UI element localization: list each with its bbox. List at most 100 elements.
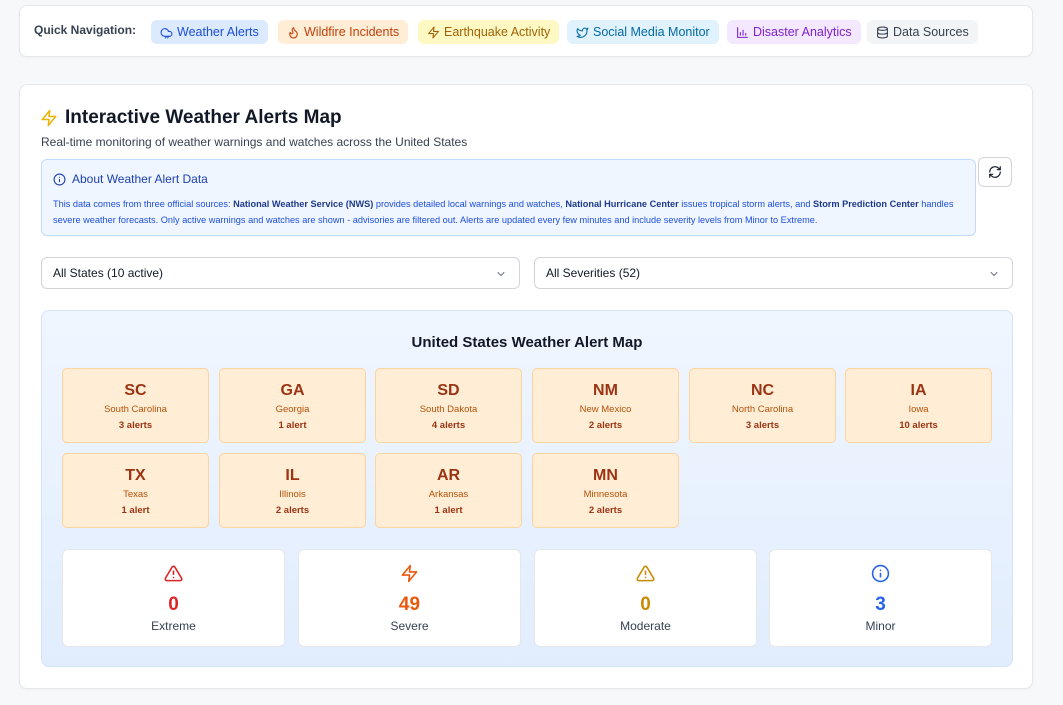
zap-icon — [428, 26, 439, 38]
severity-count: 0 — [168, 594, 179, 615]
cloud-icon — [160, 27, 173, 38]
state-name: Texas — [123, 489, 148, 500]
state-card-sc[interactable]: SC South Carolina 3 alerts — [62, 368, 209, 443]
state-name: North Carolina — [731, 404, 794, 415]
state-code: NM — [593, 382, 618, 399]
state-name: Illinois — [279, 489, 306, 500]
flame-icon — [289, 26, 298, 38]
map-title: United States Weather Alert Map — [411, 334, 643, 351]
zap-icon — [41, 109, 57, 127]
state-alert-count: 3 alerts — [745, 420, 780, 431]
nav-label-text: Disaster Analytics — [753, 25, 852, 39]
quick-navigation-bar: Quick Navigation: Weather Alerts Wildfir… — [19, 5, 1033, 57]
severity-label: Extreme — [151, 619, 196, 633]
state-alert-count: 2 alerts — [588, 505, 623, 516]
alert-triangle-icon — [636, 565, 655, 582]
state-code: AR — [436, 467, 461, 484]
state-code: IA — [910, 382, 927, 399]
state-name: South Carolina — [104, 404, 167, 415]
state-card-ia[interactable]: IA Iowa 10 alerts — [845, 368, 992, 443]
state-name: Minnesota — [583, 489, 628, 500]
state-card-sd[interactable]: SD South Dakota 4 alerts — [375, 368, 522, 443]
chevron-down-icon — [497, 272, 505, 276]
state-code: MN — [593, 467, 618, 484]
info-icon — [871, 564, 890, 583]
nav-label-text: Weather Alerts — [177, 25, 259, 39]
page-title: Interactive Weather Alerts Map — [65, 107, 342, 128]
severity-card-minor: 3 Minor — [769, 549, 992, 647]
severity-card-moderate: 0 Moderate — [534, 549, 757, 647]
nav-label-text: Wildfire Incidents — [304, 25, 400, 39]
state-code: NC — [750, 382, 775, 399]
state-filter-value: All States (10 active) — [53, 266, 164, 280]
state-name: New Mexico — [579, 404, 632, 415]
zap-icon — [401, 564, 418, 583]
state-card-nm[interactable]: NM New Mexico 2 alerts — [532, 368, 679, 443]
state-card-ar[interactable]: AR Arkansas 1 alert — [375, 453, 522, 528]
info-description: This data comes from three official sour… — [53, 196, 965, 228]
info-source-nhc: National Hurricane Center — [565, 199, 679, 209]
state-name: Georgia — [275, 404, 310, 415]
state-alert-count: 10 alerts — [899, 420, 938, 431]
state-alert-count: 3 alerts — [118, 420, 153, 431]
database-icon — [877, 26, 888, 38]
state-name: South Dakota — [419, 404, 478, 415]
severity-label: Moderate — [620, 619, 671, 633]
severity-label: Minor — [865, 619, 896, 633]
quick-navigation-label: Quick Navigation: — [34, 23, 137, 37]
state-name: Iowa — [908, 404, 929, 415]
twitter-icon — [576, 27, 589, 38]
state-card-mn[interactable]: MN Minnesota 2 alerts — [532, 453, 679, 528]
info-source-spc: Storm Prediction Center — [813, 199, 919, 209]
nav-earthquake-activity[interactable]: Earthquake Activity — [418, 20, 560, 44]
severity-filter-select[interactable]: All Severities (52) — [534, 257, 1013, 289]
page-header: Interactive Weather Alerts Map — [40, 107, 342, 129]
nav-data-sources[interactable]: Data Sources — [867, 20, 978, 44]
refresh-button[interactable] — [978, 157, 1012, 187]
state-code: SD — [437, 382, 460, 399]
state-alert-count: 1 alert — [434, 505, 463, 516]
severity-label: Severe — [390, 619, 429, 633]
severity-card-severe: 49 Severe — [298, 549, 521, 647]
state-code: IL — [285, 467, 300, 484]
severity-count: 49 — [398, 594, 421, 615]
state-alert-count: 4 alerts — [431, 420, 466, 431]
bar-chart-icon — [737, 26, 748, 38]
info-text-part: provides detailed local warnings and wat… — [373, 199, 566, 209]
state-code: GA — [280, 382, 305, 399]
state-card-ga[interactable]: GA Georgia 1 alert — [219, 368, 366, 443]
info-header: About Weather Alert Data — [53, 172, 208, 186]
info-text-part: This data comes from three official sour… — [53, 199, 234, 209]
alert-map: United States Weather Alert Map SC South… — [41, 310, 1013, 667]
page-subtitle: Real-time monitoring of weather warnings… — [41, 135, 468, 149]
alert-triangle-icon — [164, 565, 183, 582]
severity-count: 3 — [875, 594, 886, 615]
weather-alerts-panel: Interactive Weather Alerts Map Real-time… — [19, 84, 1033, 689]
severity-card-extreme: 0 Extreme — [62, 549, 285, 647]
state-alert-count: 1 alert — [121, 505, 150, 516]
state-code: TX — [125, 467, 146, 484]
nav-label-text: Data Sources — [893, 25, 969, 39]
state-card-nc[interactable]: NC North Carolina 3 alerts — [689, 368, 836, 443]
nav-social-media-monitor[interactable]: Social Media Monitor — [567, 20, 719, 44]
info-box: About Weather Alert Data This data comes… — [41, 159, 976, 236]
state-alert-count: 2 alerts — [588, 420, 623, 431]
nav-label-text: Earthquake Activity — [444, 25, 551, 39]
severity-count: 0 — [640, 594, 651, 615]
chevron-down-icon — [990, 272, 998, 276]
state-card-tx[interactable]: TX Texas 1 alert — [62, 453, 209, 528]
info-source-nws: National Weather Service (NWS) — [233, 199, 374, 209]
nav-weather-alerts[interactable]: Weather Alerts — [151, 20, 268, 44]
info-icon — [53, 173, 66, 185]
severity-filter-value: All Severities (52) — [546, 266, 641, 280]
nav-disaster-analytics[interactable]: Disaster Analytics — [727, 20, 861, 44]
info-text-part: issues tropical storm alerts, and — [678, 199, 813, 209]
state-name: Arkansas — [428, 489, 469, 500]
info-title: About Weather Alert Data — [72, 172, 208, 186]
state-filter-select[interactable]: All States (10 active) — [41, 257, 520, 289]
nav-label-text: Social Media Monitor — [593, 25, 710, 39]
state-card-il[interactable]: IL Illinois 2 alerts — [219, 453, 366, 528]
state-alert-count: 1 alert — [278, 420, 307, 431]
state-code: SC — [124, 382, 147, 399]
nav-wildfire-incidents[interactable]: Wildfire Incidents — [278, 20, 409, 44]
